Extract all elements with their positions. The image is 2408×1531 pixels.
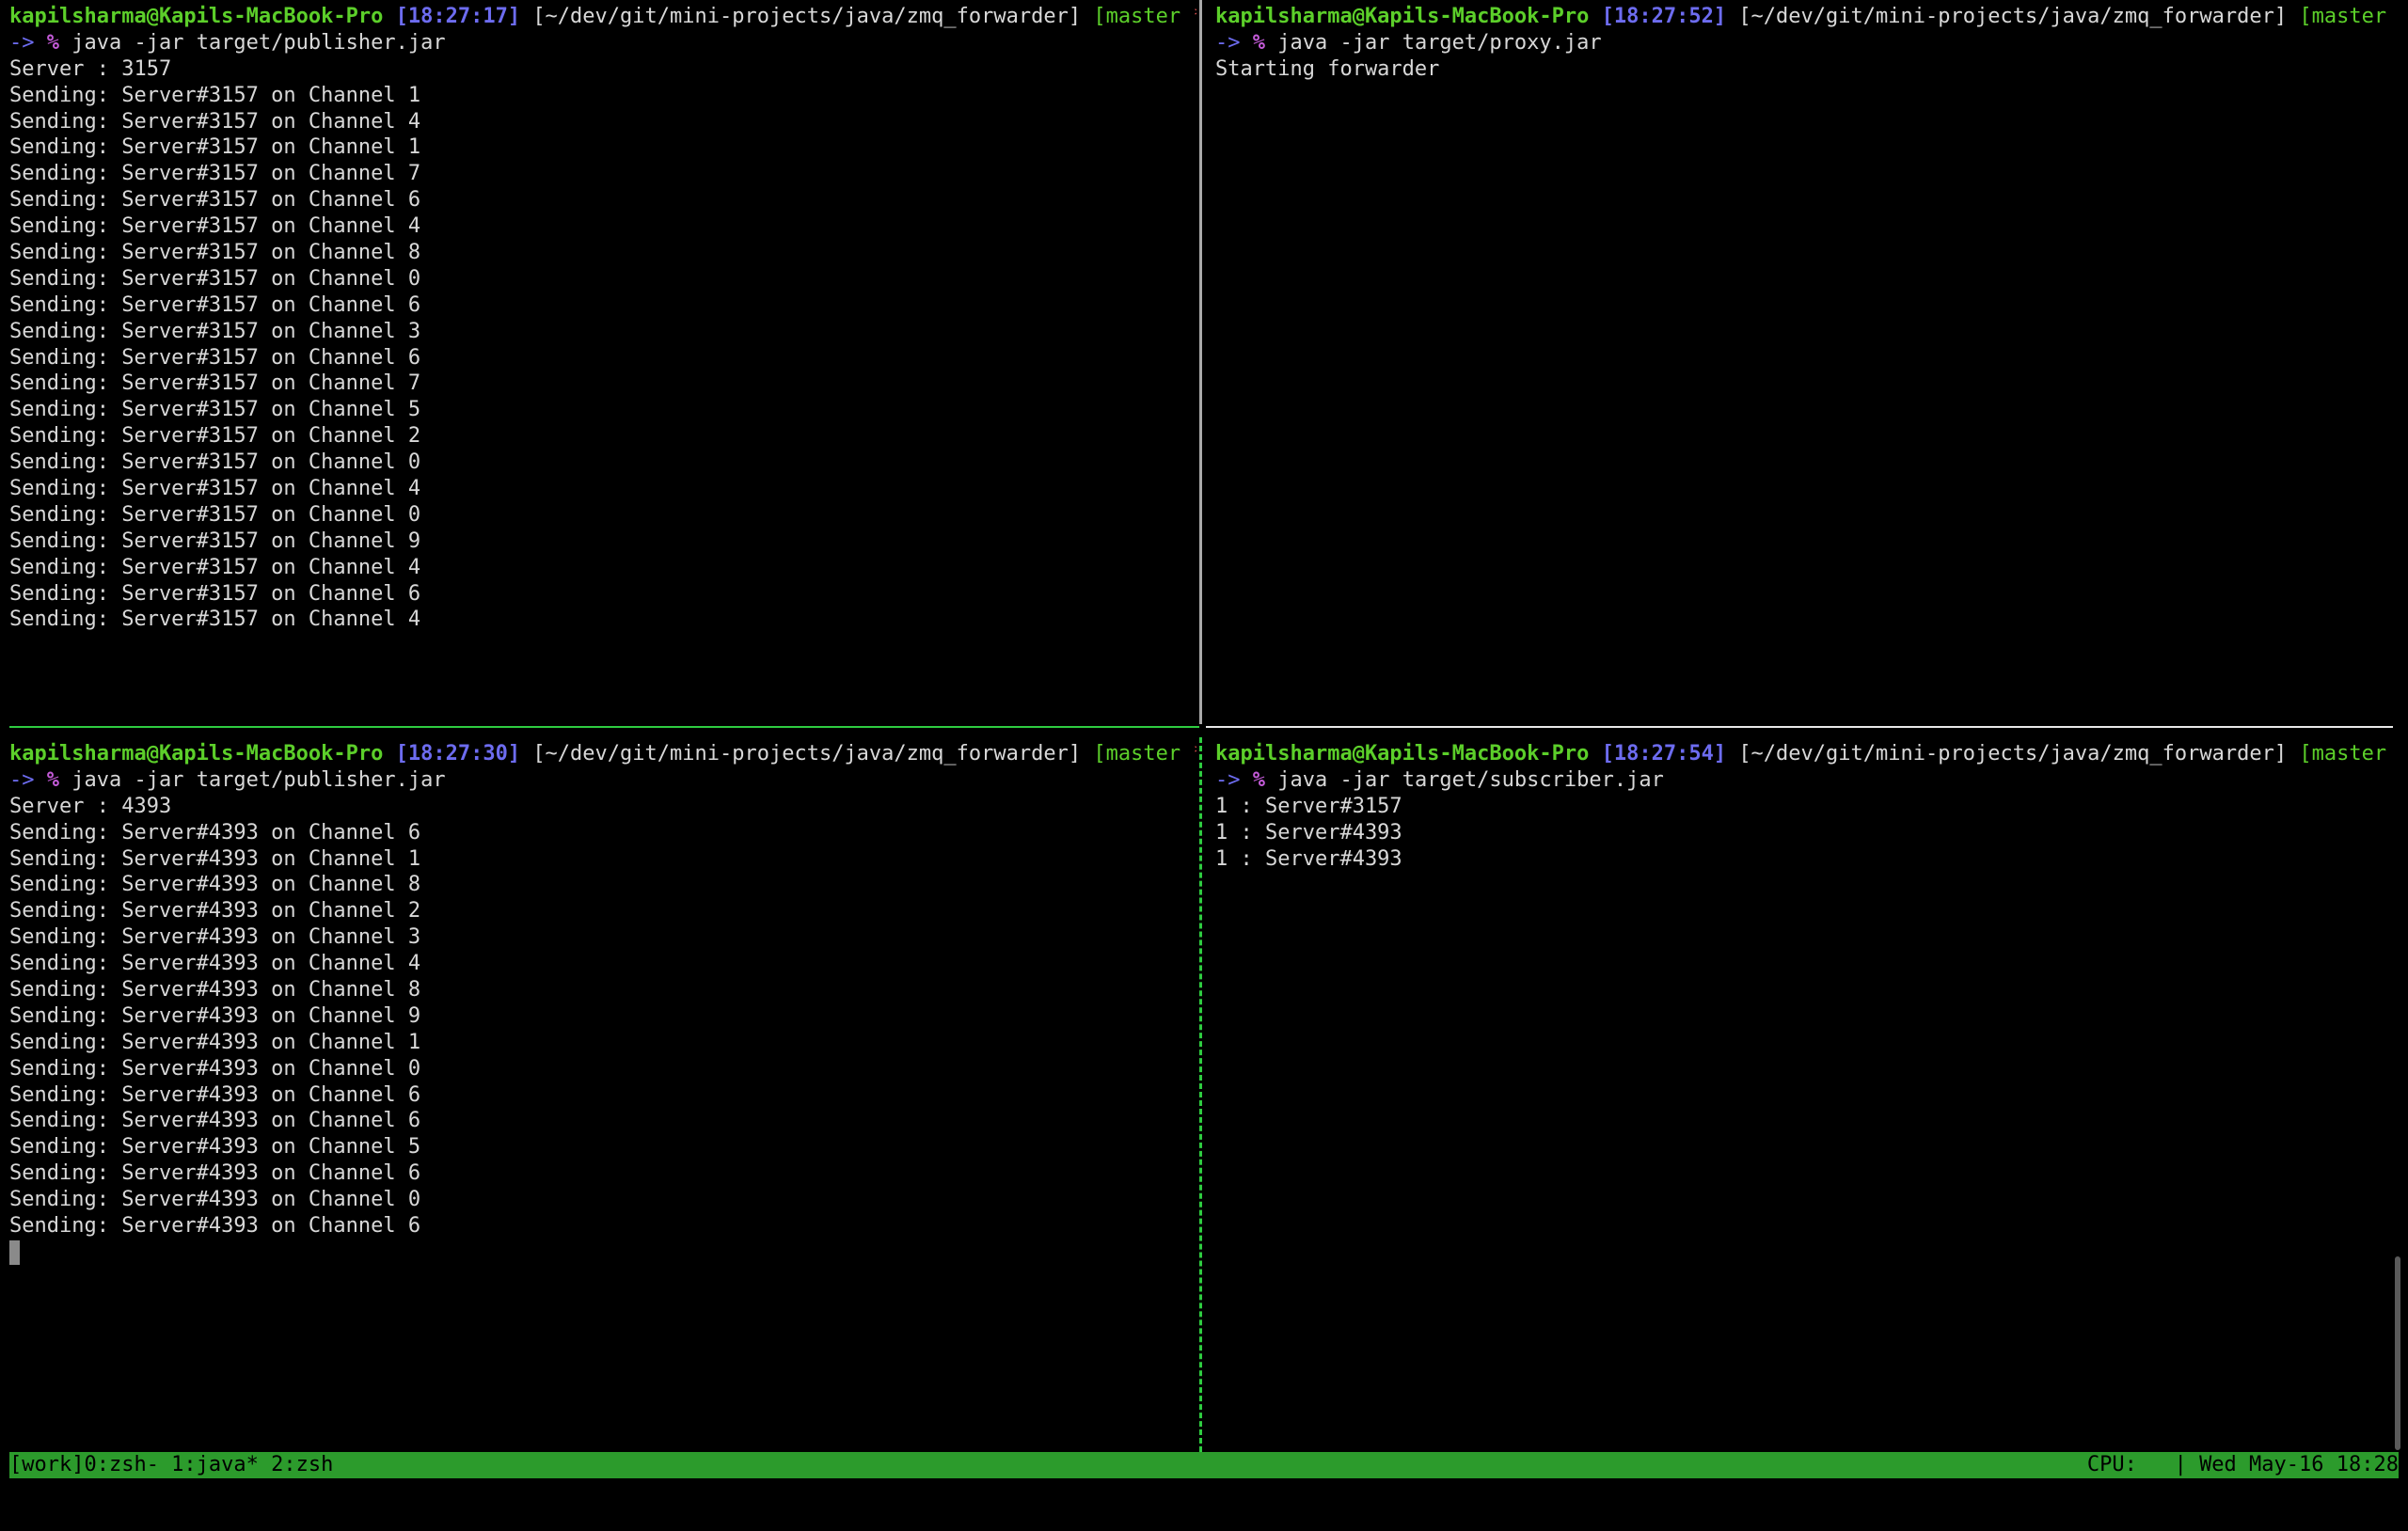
prompt-symbol: % [1252,30,1265,55]
output-line: Sending: Server#3157 on Channel 7 [9,162,421,186]
output-line: Sending: Server#3157 on Channel 4 [9,555,421,579]
command-line: -> % java -jar target/publisher.jar [9,767,1196,794]
prompt-line: kapilsharma@Kapils-MacBook-Pro [18:27:30… [9,741,1196,767]
output-line: Sending: Server#3157 on Channel 9 [9,529,421,553]
output-line: Sending: Server#4393 on Channel 6 [9,1214,421,1239]
command-line: -> % java -jar target/proxy.jar [1215,30,2399,56]
output-line: Sending: Server#3157 on Channel 1 [9,83,421,107]
status-cpu-date: CPU: | Wed May-16 18:28 [2086,1453,2399,1476]
pane-divider-horizontal-right[interactable] [1206,726,2393,728]
output-line: Sending: Server#3157 on Channel 6 [9,188,421,213]
output-line: Sending: Server#4393 on Channel 6 [9,1161,421,1186]
output-line: 1 : Server#3157 [1215,794,1402,818]
output-line: Sending: Server#3157 on Channel 4 [9,608,421,632]
pane-top-left[interactable]: kapilsharma@Kapils-MacBook-Pro [18:27:17… [0,0,1196,724]
output-line: Sending: Server#4393 on Channel 8 [9,873,421,897]
output-line: Sending: Server#4393 on Channel 6 [9,1082,421,1107]
output-line: Sending: Server#3157 on Channel 0 [9,266,421,291]
prompt-user: kapilsharma@Kapils-MacBook-Pro [9,5,384,28]
output-line: Sending: Server#4393 on Channel 3 [9,925,421,950]
prompt-user: kapilsharma@Kapils-MacBook-Pro [1215,5,1590,28]
output-line: Sending: Server#4393 on Channel 8 [9,978,421,1002]
output-line: Sending: Server#4393 on Channel 5 [9,1135,421,1160]
prompt-symbol: % [1252,767,1265,792]
prompt-branch: [master [1093,742,1181,766]
prompt-arrow: -> [9,30,35,55]
output-line: Sending: Server#3157 on Channel 4 [9,214,421,239]
command-line: -> % java -jar target/publisher.jar [9,30,1196,56]
prompt-line: kapilsharma@Kapils-MacBook-Pro [18:27:17… [9,4,1196,30]
cursor-line [9,1239,1196,1266]
prompt-path: [~/dev/git/mini-projects/java/zmq_forwar… [532,742,1082,766]
status-window-list[interactable]: [work]0:zsh- 1:java* 2:zsh [9,1452,333,1478]
prompt-symbol: % [46,767,59,792]
prompt-user: kapilsharma@Kapils-MacBook-Pro [9,742,384,766]
command-text: java -jar target/publisher.jar [71,767,446,792]
prompt-time: [18:27:17] [395,5,521,28]
output-line: Sending: Server#3157 on Channel 6 [9,292,421,317]
scrollbar[interactable] [2395,1256,2400,1450]
prompt-time: [18:27:54] [1601,742,1727,766]
pane-divider-horizontal-left[interactable] [9,726,1199,728]
pane-divider-vertical-top[interactable] [1199,0,1202,724]
output-line: Sending: Server#4393 on Channel 1 [9,846,421,871]
prompt-arrow: -> [9,767,35,792]
output-line: Sending: Server#3157 on Channel 4 [9,477,421,501]
output-line: Sending: Server#3157 on Channel 6 [9,345,421,370]
prompt-arrow: -> [1215,767,1241,792]
output-line: Sending: Server#4393 on Channel 6 [9,820,421,844]
output-line: Sending: Server#4393 on Channel 9 [9,1003,421,1028]
output-line: Server : 3157 [9,56,172,81]
prompt-dirty-marker: * [1193,742,1196,766]
prompt-arrow: -> [1215,30,1241,55]
output-line: Sending: Server#4393 on Channel 6 [9,1109,421,1133]
output-line: Starting forwarder [1215,56,1440,81]
output-line: Sending: Server#3157 on Channel 5 [9,398,421,422]
prompt-line: kapilsharma@Kapils-MacBook-Pro [18:27:52… [1215,4,2399,30]
pane-bottom-right[interactable]: kapilsharma@Kapils-MacBook-Pro [18:27:54… [1206,737,2399,1452]
terminal-cursor[interactable] [9,1239,20,1265]
output-line: Sending: Server#3157 on Channel 0 [9,502,421,527]
output-line: Sending: Server#4393 on Channel 1 [9,1030,421,1054]
command-text: java -jar target/publisher.jar [71,30,446,55]
output-line: Sending: Server#3157 on Channel 0 [9,450,421,475]
prompt-path: [~/dev/git/mini-projects/java/zmq_forwar… [1738,742,2288,766]
output-line: Sending: Server#3157 on Channel 4 [9,109,421,134]
output-line: 1 : Server#4393 [1215,820,1402,844]
prompt-symbol: % [46,30,59,55]
prompt-branch: [master [2299,742,2387,766]
command-text: java -jar target/proxy.jar [1277,30,1602,55]
tmux-status-bar: [work]0:zsh- 1:java* 2:zsh CPU: | Wed Ma… [9,1452,2399,1478]
output-line: Sending: Server#3157 on Channel 3 [9,319,421,343]
output-line: Sending: Server#4393 on Channel 2 [9,899,421,923]
output-line: Sending: Server#4393 on Channel 0 [9,1188,421,1212]
prompt-dirty-marker: * [1193,5,1196,28]
command-text: java -jar target/subscriber.jar [1277,767,1664,792]
prompt-path: [~/dev/git/mini-projects/java/zmq_forwar… [1738,5,2288,28]
prompt-branch: [master [2299,5,2387,28]
output-line: Sending: Server#3157 on Channel 2 [9,424,421,449]
prompt-user: kapilsharma@Kapils-MacBook-Pro [1215,742,1590,766]
output-line: Sending: Server#3157 on Channel 7 [9,371,421,396]
output-line: 1 : Server#4393 [1215,846,1402,871]
output-line: Sending: Server#4393 on Channel 4 [9,952,421,976]
prompt-path: [~/dev/git/mini-projects/java/zmq_forwar… [532,5,1082,28]
output-line: Sending: Server#3157 on Channel 1 [9,135,421,160]
pane-top-right[interactable]: kapilsharma@Kapils-MacBook-Pro [18:27:52… [1206,0,2399,724]
prompt-time: [18:27:52] [1601,5,1727,28]
output-line: Sending: Server#4393 on Channel 0 [9,1056,421,1081]
command-line: -> % java -jar target/subscriber.jar [1215,767,2399,794]
prompt-line: kapilsharma@Kapils-MacBook-Pro [18:27:54… [1215,741,2399,767]
prompt-branch: [master [1093,5,1181,28]
output-line: Server : 4393 [9,794,172,818]
pane-divider-vertical-bottom[interactable] [1199,737,1202,1452]
output-line: Sending: Server#3157 on Channel 8 [9,241,421,265]
pane-bottom-left[interactable]: kapilsharma@Kapils-MacBook-Pro [18:27:30… [0,737,1196,1452]
prompt-time: [18:27:30] [395,742,521,766]
output-line: Sending: Server#3157 on Channel 6 [9,581,421,606]
